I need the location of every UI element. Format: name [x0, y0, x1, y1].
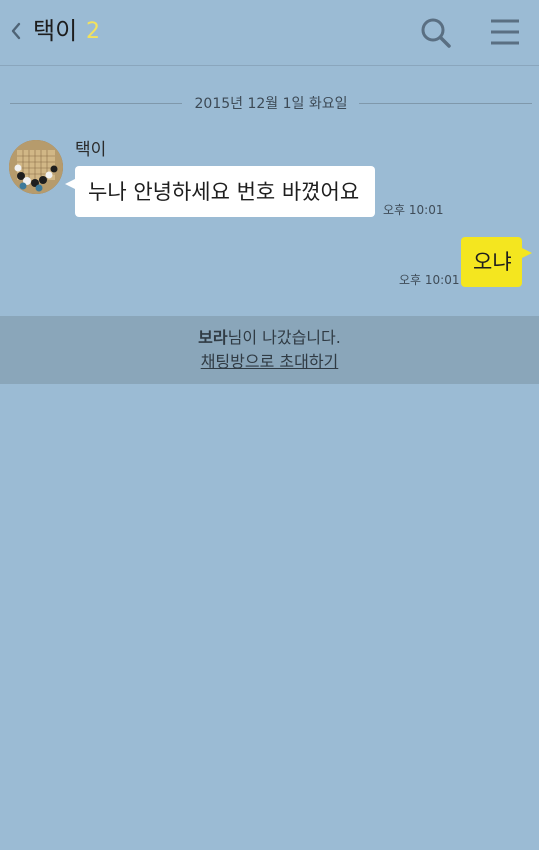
- sender-name: 택이: [75, 140, 107, 160]
- invite-to-chat-link[interactable]: 채팅방으로 초대하기: [201, 352, 339, 371]
- leave-notice: 보라님이 나갔습니다.: [0, 327, 539, 349]
- system-notice: 보라님이 나갔습니다. 채팅방으로 초대하기: [0, 316, 539, 384]
- chat-title: 택이: [33, 17, 78, 45]
- top-bar: 택이 2: [0, 0, 539, 66]
- incoming-message-text: 누나 안녕하세요 번호 바꼈어요: [88, 180, 360, 204]
- left-user-name: 보라: [198, 328, 228, 347]
- outgoing-message-time: 오후 10:01: [399, 273, 460, 287]
- member-count: 2: [86, 19, 100, 44]
- avatar-image: [9, 140, 63, 194]
- incoming-message-bubble[interactable]: 누나 안녕하세요 번호 바꼈어요: [65, 166, 375, 217]
- chevron-left-icon: [11, 22, 21, 40]
- outgoing-message-bubble[interactable]: 오냐: [461, 237, 532, 287]
- hamburger-menu-icon: [491, 19, 519, 45]
- menu-button[interactable]: [485, 13, 525, 53]
- invite-row: 채팅방으로 초대하기: [0, 351, 539, 373]
- date-divider: 2015년 12월 1일 화요일: [10, 92, 532, 116]
- date-divider-line-left: [10, 103, 182, 104]
- sender-avatar[interactable]: [9, 140, 63, 194]
- outgoing-message-text: 오냐: [473, 250, 512, 274]
- search-button[interactable]: [416, 13, 456, 53]
- leave-notice-text: 님이 나갔습니다.: [227, 328, 341, 347]
- date-divider-text: 2015년 12월 1일 화요일: [194, 96, 348, 112]
- back-button[interactable]: [9, 20, 23, 42]
- search-icon: [421, 18, 451, 48]
- date-divider-line-right: [359, 103, 532, 104]
- incoming-message-time: 오후 10:01: [383, 203, 444, 217]
